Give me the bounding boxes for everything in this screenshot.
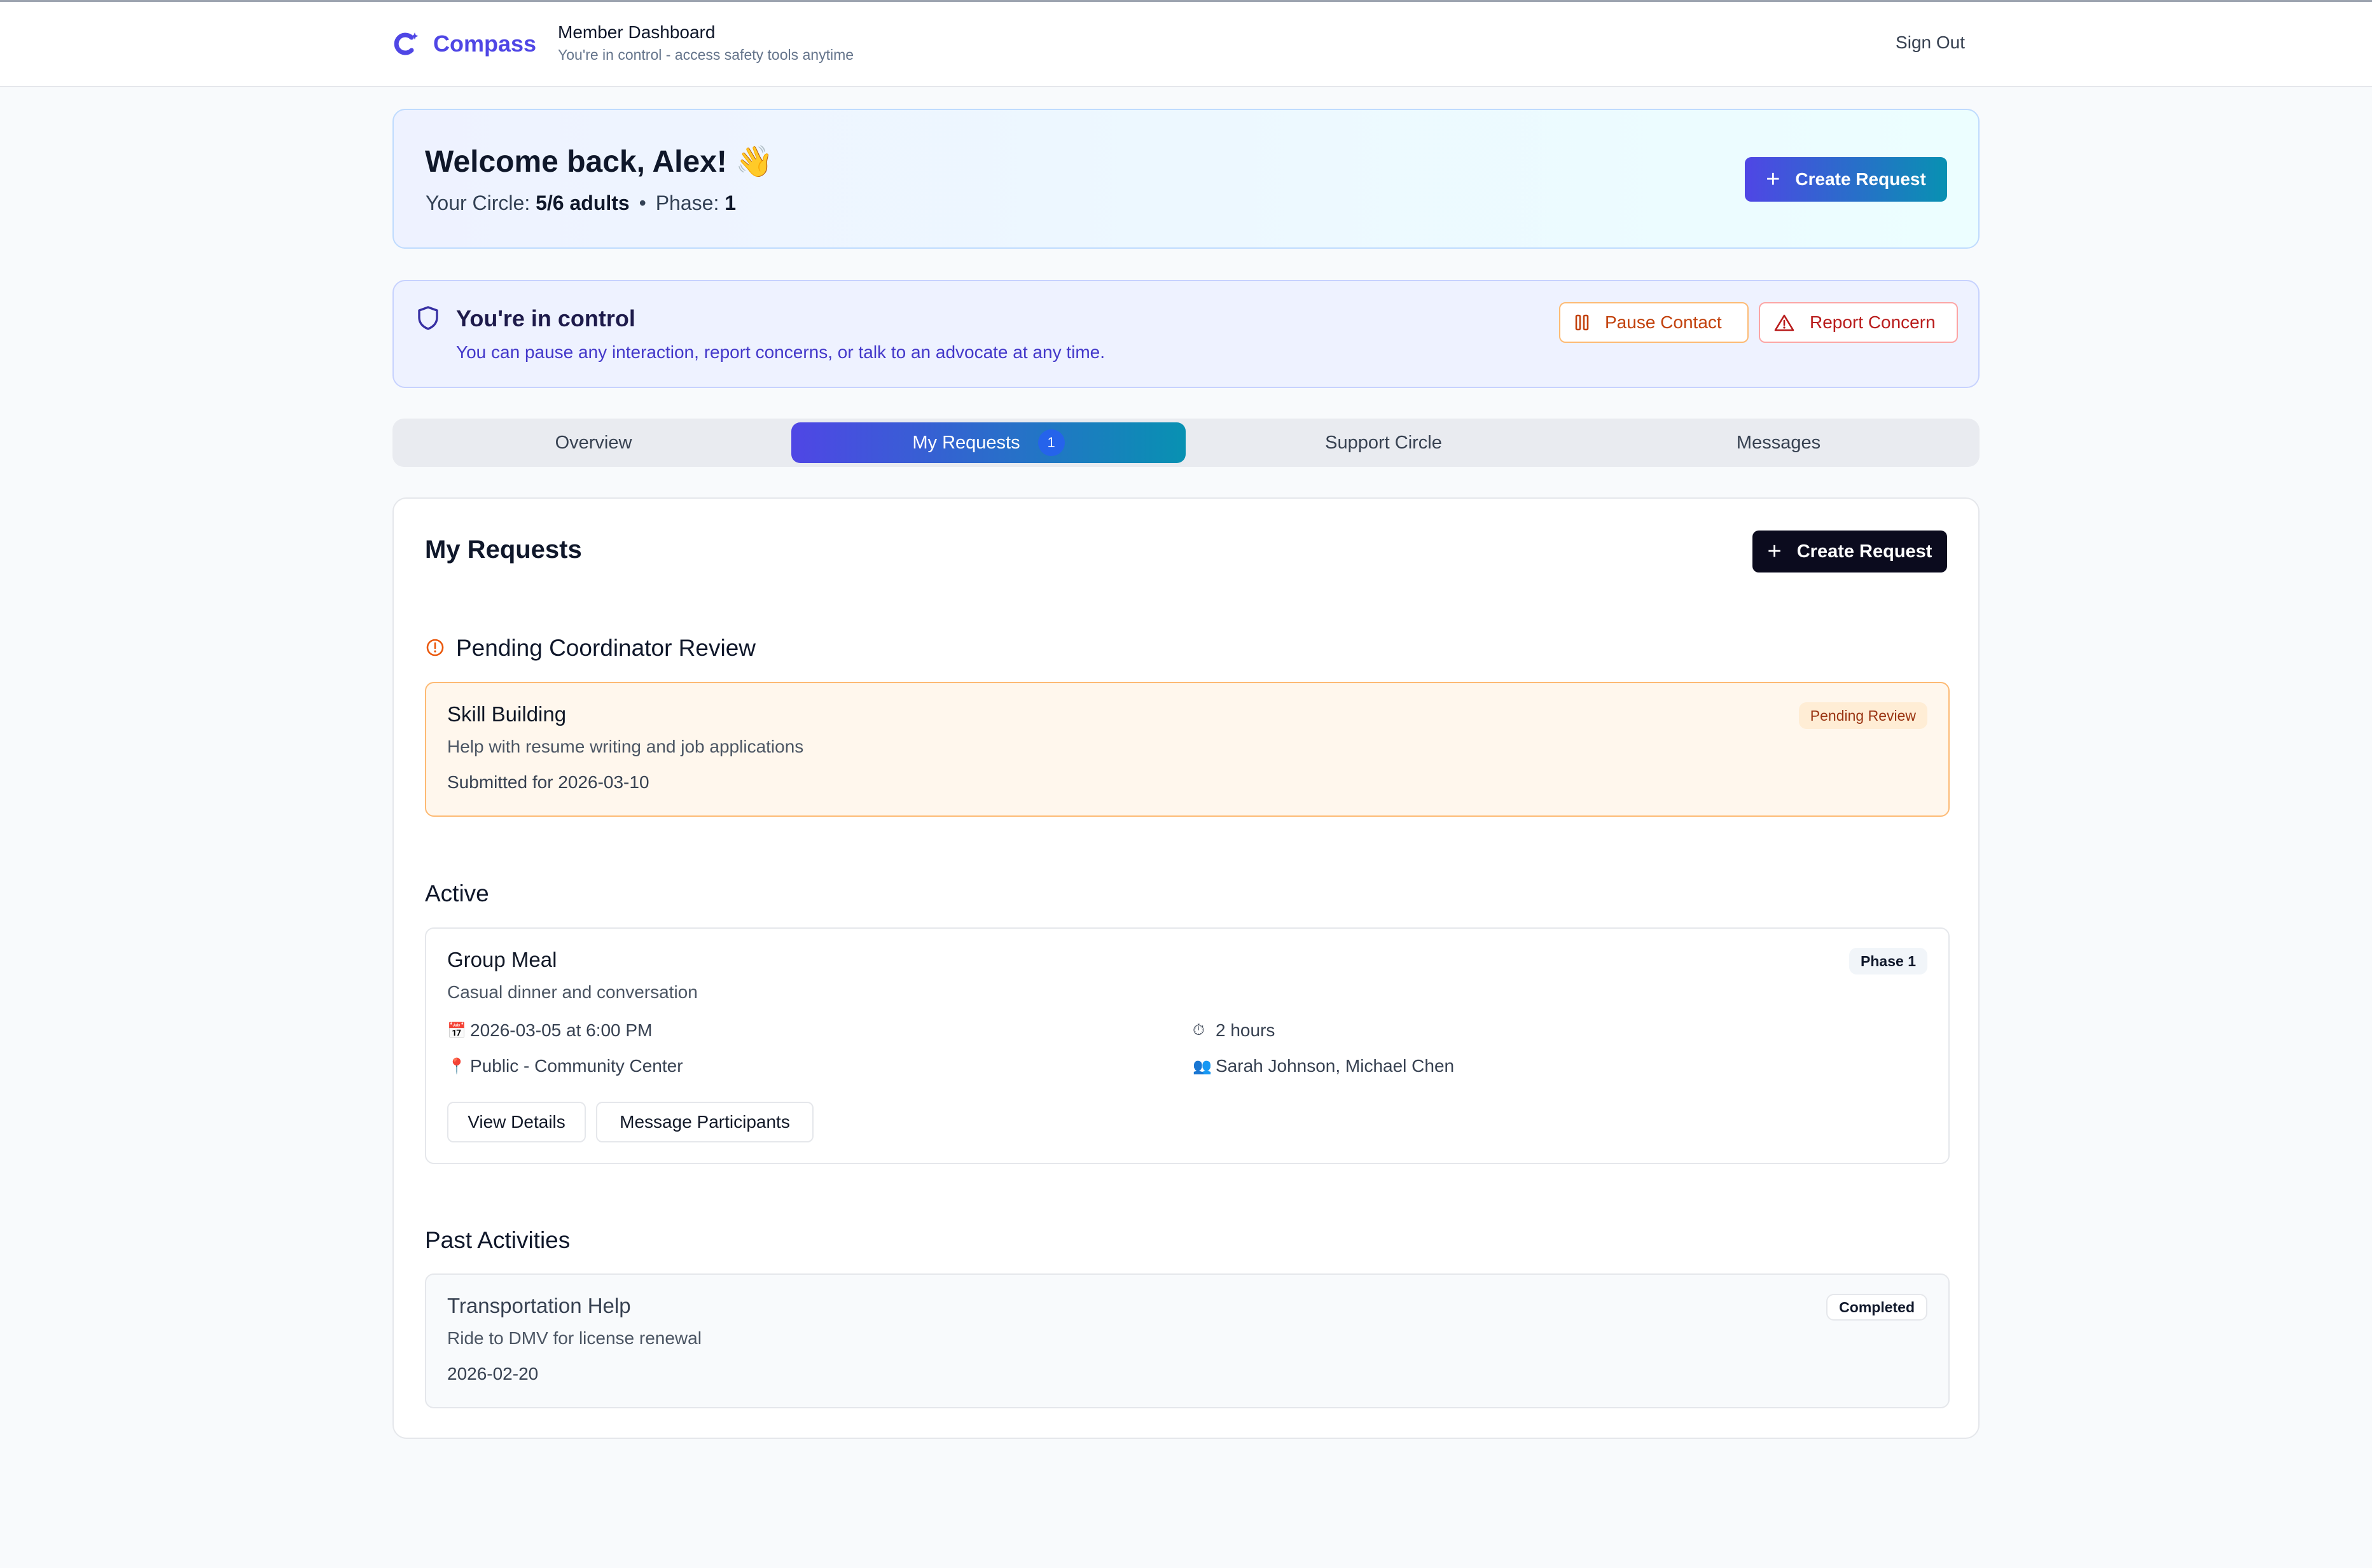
control-title: You're in control [456,305,635,331]
compass-logo-icon [394,32,419,55]
create-request-button-secondary[interactable]: + Create Request [1752,531,1947,572]
phase-badge: Phase 1 [1849,948,1927,975]
event-location: 📍 Public - Community Center [447,1056,683,1076]
card-title: Skill Building [447,702,567,726]
tab-support-circle[interactable]: Support Circle [1186,422,1581,463]
calendar-icon: 📅 [447,1022,466,1039]
datetime-text: 2026-03-05 at 6:00 PM [470,1020,653,1040]
shield-icon [418,306,438,330]
header-text: Member Dashboard You're in control - acc… [558,22,854,64]
alert-circle-icon [426,639,444,656]
card-title: Group Meal [447,948,557,971]
event-datetime: 📅 2026-03-05 at 6:00 PM [447,1020,652,1041]
pause-contact-label: Pause Contact [1605,312,1722,332]
card-description: Casual dinner and conversation [447,982,698,1002]
map-pin-icon: 📍 [447,1057,466,1075]
card-submitted-date: Submitted for 2026-03-10 [447,772,649,792]
participants-text: Sarah Johnson, Michael Chen [1216,1056,1455,1076]
page-subtitle: You're in control - access safety tools … [558,46,854,63]
pause-contact-button[interactable]: Pause Contact [1559,302,1749,343]
past-section-title: Past Activities [425,1227,571,1253]
plus-icon: + [1767,538,1782,565]
app-header: Compass Member Dashboard You're in contr… [0,2,2372,87]
panel-title: My Requests [425,536,582,564]
tab-overview[interactable]: Overview [396,422,791,463]
pause-icon [1575,314,1589,331]
circle-label: Your Circle: [426,191,531,214]
status-badge: Pending Review [1798,702,1927,729]
event-participants: 👥 Sarah Johnson, Michael Chen [1193,1056,1454,1076]
card-title: Transportation Help [447,1294,631,1317]
tab-messages[interactable]: Messages [1581,422,1976,463]
pending-request-card[interactable]: Skill Building Help with resume writing … [425,682,1950,817]
meta-separator: • [639,191,646,214]
create-request-label: Create Request [1796,541,1932,562]
brand-name: Compass [433,31,537,57]
welcome-meta: Your Circle: 5/6 adults • Phase: 1 [426,191,736,215]
warning-triangle-icon [1774,314,1794,331]
tab-label: Support Circle [1325,432,1442,453]
status-badge: Completed [1826,1294,1927,1321]
duration-text: 2 hours [1216,1020,1275,1040]
welcome-banner: Welcome back, Alex! 👋 Your Circle: 5/6 a… [392,109,1980,249]
active-request-card: Group Meal Casual dinner and conversatio… [425,927,1950,1164]
control-banner: You're in control You can pause any inte… [392,280,1980,388]
create-request-label: Create Request [1795,169,1926,189]
phase-label: Phase: [655,191,719,214]
card-description: Help with resume writing and job applica… [447,737,804,756]
people-icon: 👥 [1193,1057,1212,1075]
sign-out-button[interactable]: Sign Out [1896,32,1965,53]
stopwatch-icon: ⏱ [1193,1022,1205,1039]
tab-bar: Overview My Requests 1 Support Circle Me… [392,419,1980,467]
plus-icon: + [1766,166,1780,193]
card-description: Ride to DMV for license renewal [447,1328,702,1348]
welcome-title: Welcome back, Alex! 👋 [425,145,773,179]
page-title: Member Dashboard [558,22,716,42]
tab-label: Messages [1736,432,1821,453]
location-text: Public - Community Center [470,1056,683,1076]
tab-my-requests[interactable]: My Requests 1 [791,422,1186,463]
event-duration: ⏱ 2 hours [1193,1020,1275,1041]
card-date: 2026-02-20 [447,1364,539,1384]
tab-label: My Requests [912,432,1020,453]
message-participants-button[interactable]: Message Participants [596,1102,814,1142]
pending-section-title: Pending Coordinator Review [456,635,756,661]
report-concern-label: Report Concern [1810,312,1936,332]
circle-value: 5/6 adults [536,191,630,214]
requests-count-badge: 1 [1037,429,1065,456]
tab-label: Overview [555,432,632,453]
past-activity-card[interactable]: Transportation Help Ride to DMV for lice… [425,1273,1950,1408]
view-details-button[interactable]: View Details [447,1102,586,1142]
report-concern-button[interactable]: Report Concern [1759,302,1958,343]
active-section-title: Active [425,880,489,906]
brand-logo[interactable]: Compass [392,30,536,58]
create-request-button-primary[interactable]: + Create Request [1745,157,1947,202]
phase-value: 1 [725,191,737,214]
my-requests-panel: My Requests + Create Request Pending Coo… [392,497,1980,1439]
control-subtitle: You can pause any interaction, report co… [456,342,1106,362]
